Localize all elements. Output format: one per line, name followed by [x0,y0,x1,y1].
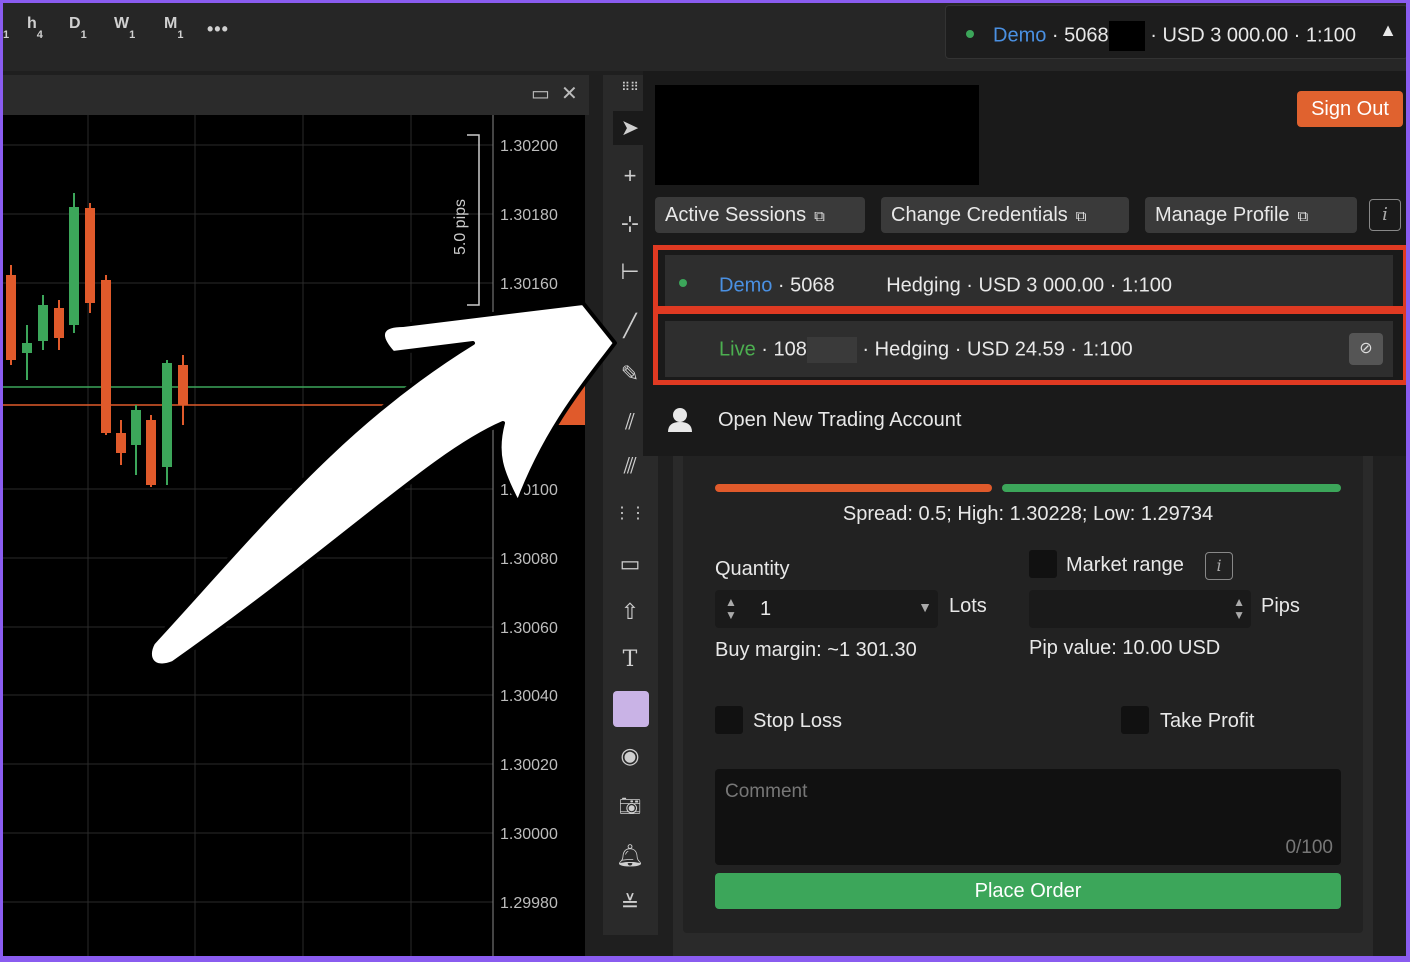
crosshair-magnet-icon[interactable]: ⊹ [613,207,647,241]
comment-counter: 0/100 [1285,837,1333,858]
pips-input[interactable]: ▲ ▼ [1029,590,1251,628]
candle-body [116,433,126,453]
fibonacci-icon[interactable]: ⋮⋮ [613,497,647,531]
cursor-icon[interactable]: ➤ [613,111,647,145]
quantity-stepper[interactable]: ▲ ▼ 1 ▼ [715,590,938,628]
measure-icon[interactable]: ⊢ [613,255,647,289]
channel-icon[interactable]: ⫻ [613,449,647,483]
app-window: 1 h4 D1 W1 M1 ••• Demo · 5068 · USD 3 00… [3,3,1406,956]
fibonacci-fan-icon[interactable]: ⫽ [613,405,647,439]
trendline-icon[interactable]: ╱ [613,309,647,343]
caret-up-icon: ▲ [1379,20,1397,40]
take-profit-label: Take Profit [1160,710,1255,732]
redacted-profile-block [655,85,979,185]
change-credentials-button[interactable]: Change Credentials ⧉ [881,197,1129,233]
info-icon[interactable]: i [1369,199,1401,231]
price-label: 1.30100 [500,482,558,499]
lots-label: Lots [949,595,987,617]
arrow-up-icon[interactable]: ⇧ [613,595,647,629]
rectangle-icon[interactable]: ▭ [613,547,647,581]
line-width-icon[interactable]: ◉ [613,739,647,773]
stepper-arrows-icon[interactable]: ▲ ▼ [725,596,737,622]
quantity-value: 1 [760,598,772,620]
quantity-label: Quantity [715,558,790,580]
camera-icon[interactable]: 📷︎ [613,789,647,823]
bell-icon[interactable]: 🔔︎ [613,839,647,873]
more-timeframes-button[interactable]: ••• [207,19,229,40]
timeframe-w1[interactable]: W1 [114,15,135,41]
comment-placeholder: Comment [725,781,808,802]
account-selector-label: Demo · 5068 · USD 3 000.00 · 1:100 [993,21,1356,51]
drag-handle-icon[interactable]: ⠿⠿ [613,79,647,95]
brush-icon[interactable]: ✎ [613,357,647,391]
sell-bar [715,484,992,492]
candle-body [54,308,64,338]
external-link-icon: ⧉ [1297,208,1309,225]
timeframe-d1[interactable]: D1 [69,15,87,41]
candle-body [6,275,16,360]
price-label: 1.30060 [500,620,558,637]
status-dot [966,30,974,38]
price-label: 1.30160 [500,276,558,293]
candle-body [162,363,172,467]
pips-label: Pips [1261,595,1300,617]
buy-margin-text: Buy margin: ~1 301.30 [715,639,917,661]
price-label: 1.29980 [500,895,558,912]
close-icon[interactable]: ✕ [561,81,578,106]
highlight-box [653,245,1406,311]
candle-body [178,365,188,405]
candle-body [69,207,79,325]
price-label: 1.30200 [500,138,558,155]
timeframe-m1[interactable]: M1 [164,15,183,41]
redacted-block [1108,21,1145,51]
price-chart[interactable]: 1.30200 1.30180 1.30160 1.30100 1.30080 1.300… [3,115,585,956]
color-swatch[interactable] [613,691,649,727]
sign-out-button[interactable]: Sign Out [1297,91,1403,127]
take-profit-checkbox[interactable] [1121,706,1149,734]
text-icon[interactable]: T [613,643,647,677]
highlight-box [653,309,1406,385]
top-bar: 1 h4 D1 W1 M1 ••• Demo · 5068 · USD 3 00… [3,3,1406,71]
price-label: 1.30180 [500,207,558,224]
sort-icon[interactable]: ≚ [613,887,647,921]
active-sessions-button[interactable]: Active Sessions ⧉ [655,197,865,233]
price-stats: Spread: 0.5; High: 1.30228; Low: 1.29734 [842,503,1214,525]
external-link-icon: ⧉ [1075,208,1087,225]
candle-body [38,305,48,341]
candle-body [146,420,156,485]
maximize-icon[interactable]: ▭ [531,81,550,106]
ask-price-tag [491,385,585,425]
manage-profile-button[interactable]: Manage Profile ⧉ [1145,197,1357,233]
market-range-label: Market range [1066,554,1184,576]
info-icon[interactable]: i [1205,552,1233,580]
candle-body [131,410,141,445]
chart-header: ▭ ✕ [3,75,589,115]
person-icon [668,408,692,432]
candle-body [22,343,32,353]
price-label: 1.30020 [500,757,558,774]
price-label: 1.30000 [500,826,558,843]
candle-body [85,208,95,303]
price-label: 1.30080 [500,551,558,568]
buy-bar [1002,484,1341,492]
external-link-icon: ⧉ [814,208,825,225]
pip-value-text: Pip value: 10.00 USD [1029,637,1221,659]
chevron-down-icon[interactable]: ▼ [918,599,932,615]
stop-loss-label: Stop Loss [753,710,842,732]
comment-field[interactable]: Comment 0/100 [715,769,1341,865]
crosshair-icon[interactable]: + [613,159,647,193]
price-label: 1.30040 [500,688,558,705]
stepper-arrows-icon[interactable]: ▲ ▼ [1233,596,1245,622]
account-selector[interactable]: Demo · 5068 · USD 3 000.00 · 1:100 ▲ [945,5,1406,59]
chart-canvas: 1.30200 1.30180 1.30160 1.30100 1.30080 1.300… [3,115,585,956]
stop-loss-checkbox[interactable] [715,706,743,734]
timeframe-edge[interactable]: 1 [3,15,9,41]
account-dropdown: Sign Out Active Sessions ⧉ Change Credent… [643,71,1406,456]
place-order-button[interactable]: Place Order [715,873,1341,909]
candle-body [101,280,111,433]
timeframe-h4[interactable]: h4 [27,15,43,41]
pips-label: 5.0 pips [452,199,469,255]
market-range-checkbox[interactable] [1029,550,1057,578]
